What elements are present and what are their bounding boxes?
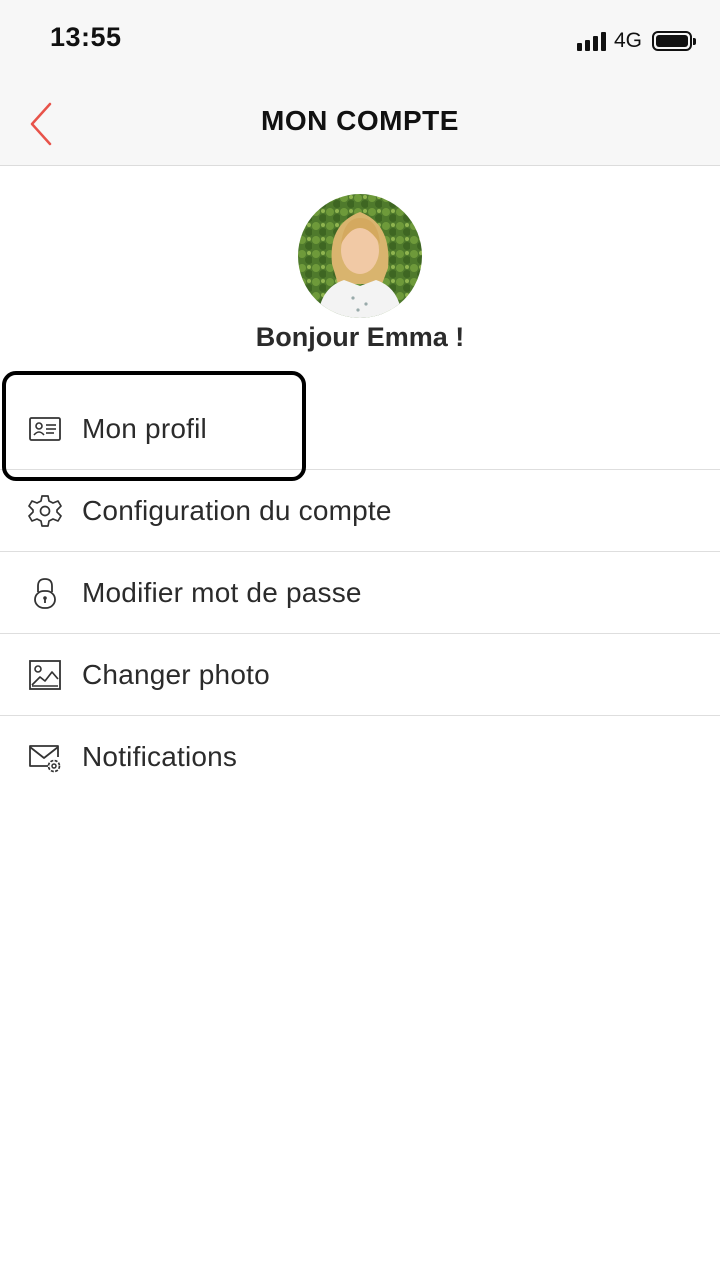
top-bar: 13:55 4G MON COMPTE <box>0 0 720 166</box>
page-title: MON COMPTE <box>261 105 459 136</box>
network-label: 4G <box>613 29 642 52</box>
menu-item-label: Configuration du compte <box>82 494 392 526</box>
account-screen: 13:55 4G MON COMPTE Bonjour Emma ! Mon p… <box>0 0 720 1279</box>
menu-item-label: Modifier mot de passe <box>82 576 362 608</box>
menu-item-changer-photo[interactable]: Changer photo <box>0 634 720 716</box>
id-card-icon <box>27 411 63 447</box>
battery-icon <box>652 31 696 51</box>
status-indicators: 4G <box>576 27 696 55</box>
menu-item-label: Mon profil <box>82 412 207 444</box>
menu-item-label: Changer photo <box>82 658 270 690</box>
lock-icon <box>27 575 63 611</box>
status-time: 13:55 <box>50 22 122 52</box>
menu-item-mon-profil[interactable]: Mon profil <box>0 388 720 470</box>
avatar <box>298 194 422 318</box>
menu-item-configuration-du-compte[interactable]: Configuration du compte <box>0 470 720 552</box>
gear-icon <box>27 493 63 529</box>
menu-item-label: Notifications <box>82 741 238 772</box>
image-icon <box>27 657 63 693</box>
signal-icon <box>576 31 606 51</box>
menu-item-modifier-mot-de-passe[interactable]: Modifier mot de passe <box>0 552 720 634</box>
menu-item-notifications[interactable]: Notifications <box>0 716 720 798</box>
greeting: Bonjour Emma ! <box>255 322 465 352</box>
mail-settings-icon <box>27 739 63 775</box>
account-menu: Mon profil Configuration du compte Modif… <box>0 388 720 798</box>
